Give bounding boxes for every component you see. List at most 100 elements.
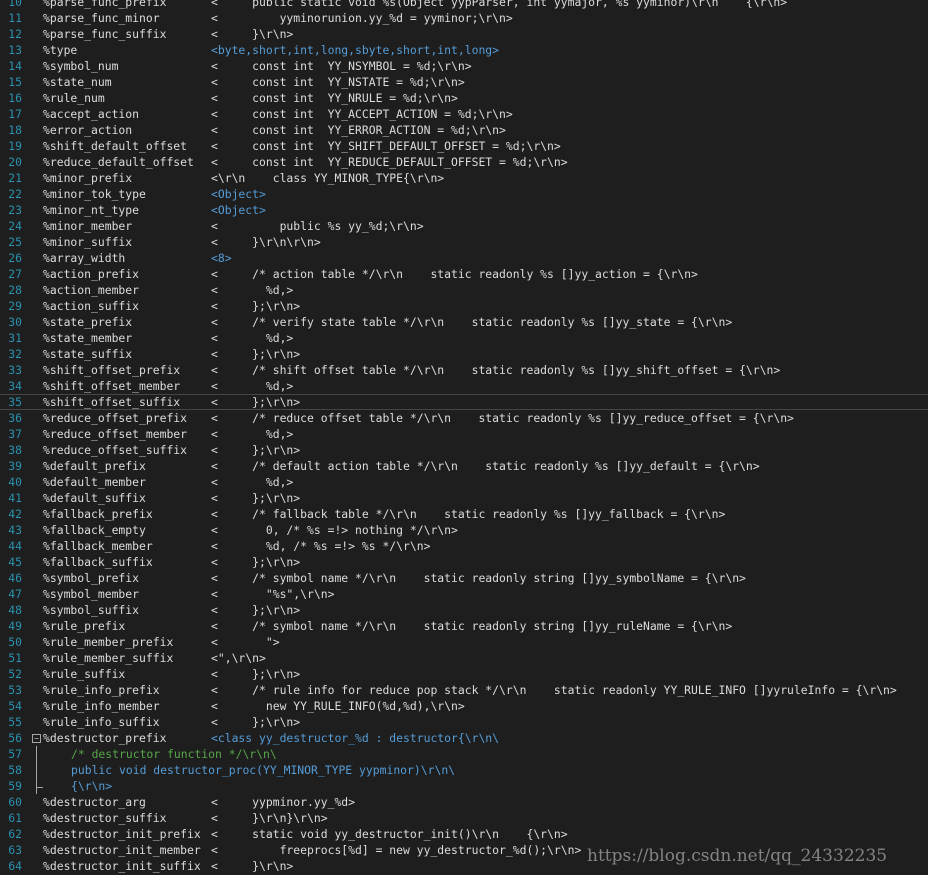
code-line[interactable]: 55 %rule_info_suffix < };\r\n> [0, 714, 928, 730]
code-line[interactable]: 51 %rule_member_suffix <",\r\n> [0, 650, 928, 666]
config-value: < new YY_RULE_INFO(%d,%d),\r\n> [211, 699, 465, 713]
config-key: %rule_info_prefix [43, 683, 160, 697]
code-line[interactable]: 32 %state_suffix < };\r\n> [0, 346, 928, 362]
code-line[interactable]: 24 %minor_member < public %s yy_%d;\r\n> [0, 218, 928, 234]
line-number: 54 [8, 699, 22, 713]
code-line[interactable]: 19 %shift_default_offset < const int YY_SH… [0, 138, 928, 154]
line-number: 17 [8, 107, 22, 121]
config-key: %destructor_init_prefix [43, 827, 201, 841]
code-line[interactable]: 53 %rule_info_prefix < /* rule info for re… [0, 682, 928, 698]
code-line[interactable]: 29 %action_suffix < };\r\n> [0, 298, 928, 314]
code-line[interactable]: 25 %minor_suffix < }\r\n\r\n> [0, 234, 928, 250]
line-number: 49 [8, 619, 22, 633]
code-line[interactable]: 58 public void destructor_proc(YY_MINOR_T… [0, 762, 928, 778]
code-line[interactable]: 60 %destructor_arg < yypminor.yy_%d> [0, 794, 928, 810]
line-number: 58 [8, 763, 22, 777]
code-line[interactable]: 20 %reduce_default_offset < const int YY_R… [0, 154, 928, 170]
config-value: < /* fallback table */\r\n static readon… [211, 507, 726, 521]
code-lines: 10 %parse_func_prefix < public static void… [0, 0, 928, 874]
fold-guide [36, 778, 43, 794]
line-number: 57 [8, 747, 22, 761]
code-line[interactable]: 50 %rule_member_prefix < "> [0, 634, 928, 650]
code-line[interactable]: 12 %parse_func_suffix < }\r\n> [0, 26, 928, 42]
config-value: < /* symbol name */\r\n static readonly … [211, 619, 733, 633]
config-key: %minor_tok_type [43, 187, 146, 201]
code-line[interactable]: 36 %reduce_offset_prefix < /* reduce offse… [0, 410, 928, 426]
code-line[interactable]: 22 %minor_tok_type <Object> [0, 186, 928, 202]
code-line[interactable]: 45 %fallback_suffix < };\r\n> [0, 554, 928, 570]
config-value: <byte,short,int,long,sbyte,short,int,lon… [211, 43, 500, 57]
config-value: < };\r\n> [211, 491, 301, 505]
collapse-region-icon[interactable]: − [32, 734, 41, 743]
code-line[interactable]: 40 %default_member < %d,> [0, 474, 928, 490]
code-line[interactable]: 17 %accept_action < const int YY_ACCEPT_AC… [0, 106, 928, 122]
config-key: %shift_default_offset [43, 139, 188, 153]
code-line[interactable]: 52 %rule_suffix < };\r\n> [0, 666, 928, 682]
config-value: < "> [211, 635, 280, 649]
code-line[interactable]: 16 %rule_num < const int YY_NRULE = %d;\r\… [0, 90, 928, 106]
line-number: 42 [8, 507, 22, 521]
code-line[interactable]: 23 %minor_nt_type <Object> [0, 202, 928, 218]
code-line[interactable]: 39 %default_prefix < /* default action tab… [0, 458, 928, 474]
code-line[interactable]: 35 %shift_offset_suffix < };\r\n> [0, 394, 928, 410]
code-line[interactable]: 56 − %destructor_prefix <class yy_destructo… [0, 730, 928, 746]
code-line[interactable]: 15 %state_num < const int YY_NSTATE = %d;\… [0, 74, 928, 90]
line-number: 56 [8, 731, 22, 745]
config-value: <Object> [211, 203, 266, 217]
config-key: %rule_prefix [43, 619, 126, 633]
code-line[interactable]: 61 %destructor_suffix < }\r\n}\r\n> [0, 810, 928, 826]
config-value: < /* reduce offset table */\r\n static r… [211, 411, 794, 425]
config-key: %reduce_offset_suffix [43, 443, 188, 457]
line-number: 34 [8, 379, 22, 393]
code-line[interactable]: 44 %fallback_member < %d, /* %s =!> %s */\… [0, 538, 928, 554]
config-value: <\r\n class YY_MINOR_TYPE{\r\n> [211, 171, 445, 185]
code-editor[interactable]: 10 %parse_func_prefix < public static void… [0, 0, 928, 875]
line-number: 21 [8, 171, 22, 185]
config-value: < static void yy_destructor_init()\r\n {… [211, 827, 568, 841]
code-line[interactable]: 10 %parse_func_prefix < public static void… [0, 0, 928, 10]
line-number: 39 [8, 459, 22, 473]
code-line[interactable]: 33 %shift_offset_prefix < /* shift offset … [0, 362, 928, 378]
code-line[interactable]: 48 %symbol_suffix < };\r\n> [0, 602, 928, 618]
code-line[interactable]: 41 %default_suffix < };\r\n> [0, 490, 928, 506]
config-value: < %d,> [211, 283, 294, 297]
code-line[interactable]: 27 %action_prefix < /* action table */\r\n… [0, 266, 928, 282]
line-number: 12 [8, 27, 22, 41]
code-line[interactable]: 54 %rule_info_member < new YY_RULE_INFO(%d… [0, 698, 928, 714]
code-line[interactable]: 43 %fallback_empty < 0, /* %s =!> nothing … [0, 522, 928, 538]
config-key: %default_prefix [43, 459, 146, 473]
code-line[interactable]: 59 {\r\n> [0, 778, 928, 794]
code-line[interactable]: 30 %state_prefix < /* verify state table *… [0, 314, 928, 330]
code-line[interactable]: 13 %type <byte,short,int,long,sbyte,short,… [0, 42, 928, 58]
config-value: < };\r\n> [211, 603, 301, 617]
config-key: %rule_num [43, 91, 105, 105]
config-key: %action_member [43, 283, 140, 297]
code-line[interactable]: 42 %fallback_prefix < /* fallback table */… [0, 506, 928, 522]
code-line[interactable]: 46 %symbol_prefix < /* symbol name */\r\n … [0, 570, 928, 586]
code-line[interactable]: 21 %minor_prefix <\r\n class YY_MINOR_TYPE… [0, 170, 928, 186]
code-line[interactable]: 31 %state_member < %d,> [0, 330, 928, 346]
code-line[interactable]: 34 %shift_offset_member < %d,> [0, 378, 928, 394]
code-line[interactable]: 47 %symbol_member < "%s",\r\n> [0, 586, 928, 602]
code-line[interactable]: 26 %array_width <8> [0, 250, 928, 266]
config-key: %destructor_suffix [43, 811, 167, 825]
line-number: 50 [8, 635, 22, 649]
code-line[interactable]: 14 %symbol_num < const int YY_NSYMBOL = %d… [0, 58, 928, 74]
config-key: %reduce_offset_member [43, 427, 188, 441]
code-line[interactable]: 38 %reduce_offset_suffix < };\r\n> [0, 442, 928, 458]
code-line[interactable]: 49 %rule_prefix < /* symbol name */\r\n st… [0, 618, 928, 634]
code-line[interactable]: 37 %reduce_offset_member < %d,> [0, 426, 928, 442]
config-value: < %d,> [211, 427, 294, 441]
code-line[interactable]: 57 /* destructor function */\r\n\ [0, 746, 928, 762]
code-line[interactable]: 28 %action_member < %d,> [0, 282, 928, 298]
code-line[interactable]: 11 %parse_func_minor < yyminorunion.yy_%d … [0, 10, 928, 26]
config-key: %shift_offset_member [43, 379, 181, 393]
line-number: 13 [8, 43, 22, 57]
config-key: %array_width [43, 251, 126, 265]
code-line[interactable]: 62 %destructor_init_prefix < static void y… [0, 826, 928, 842]
config-value: < %d,> [211, 379, 294, 393]
config-value: < 0, /* %s =!> nothing */\r\n> [211, 523, 458, 537]
line-number: 38 [8, 443, 22, 457]
code-line[interactable]: 18 %error_action < const int YY_ERROR_ACTI… [0, 122, 928, 138]
config-value: < };\r\n> [211, 395, 301, 409]
